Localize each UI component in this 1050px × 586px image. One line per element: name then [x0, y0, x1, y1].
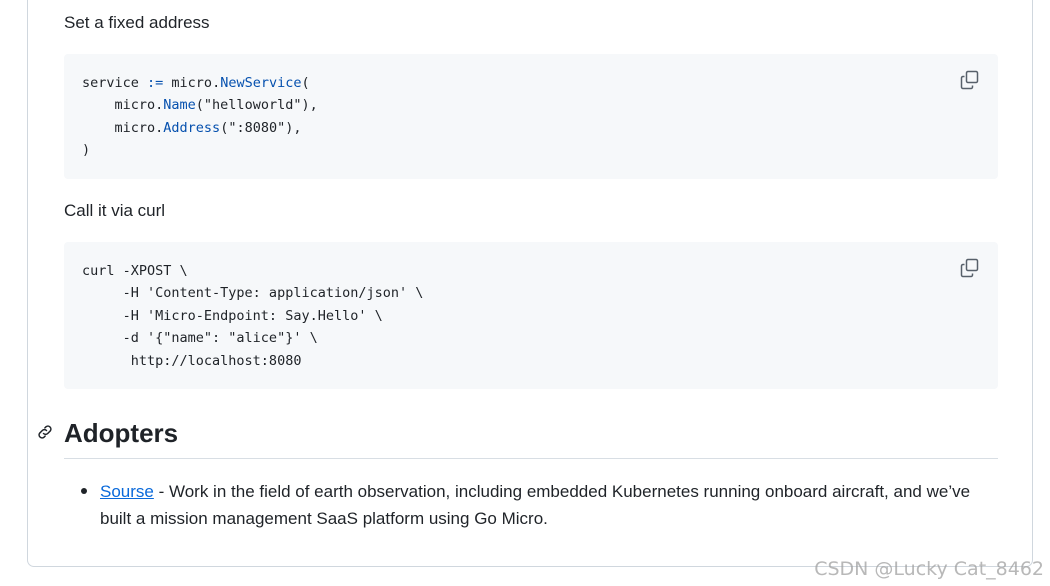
adopter-description: - Work in the field of earth observation…	[100, 482, 971, 528]
list-item: Sourse - Work in the field of earth obse…	[64, 478, 998, 532]
heading-divider	[64, 458, 998, 459]
adopters-heading: Adopters	[64, 418, 179, 448]
copy-icon[interactable]	[960, 70, 980, 90]
code-content: service := micro.NewService( micro.Name(…	[82, 75, 318, 159]
bullet	[81, 488, 87, 494]
sourse-link[interactable]: Sourse	[100, 482, 154, 501]
fixed-address-text: Set a fixed address	[64, 13, 210, 32]
page: Set a fixed address service := micro.New…	[0, 0, 1050, 586]
code-block-fixed-address: service := micro.NewService( micro.Name(…	[64, 54, 998, 179]
copy-icon[interactable]	[960, 258, 980, 278]
code-block-curl: curl -XPOST \ -H 'Content-Type: applicat…	[64, 242, 998, 389]
link-icon[interactable]	[36, 423, 54, 441]
code-content: curl -XPOST \ -H 'Content-Type: applicat…	[82, 263, 424, 369]
adopters-list: Sourse - Work in the field of earth obse…	[64, 478, 998, 532]
watermark: CSDN @Lucky Cat_8462	[814, 558, 1044, 580]
curl-text: Call it via curl	[64, 201, 166, 220]
